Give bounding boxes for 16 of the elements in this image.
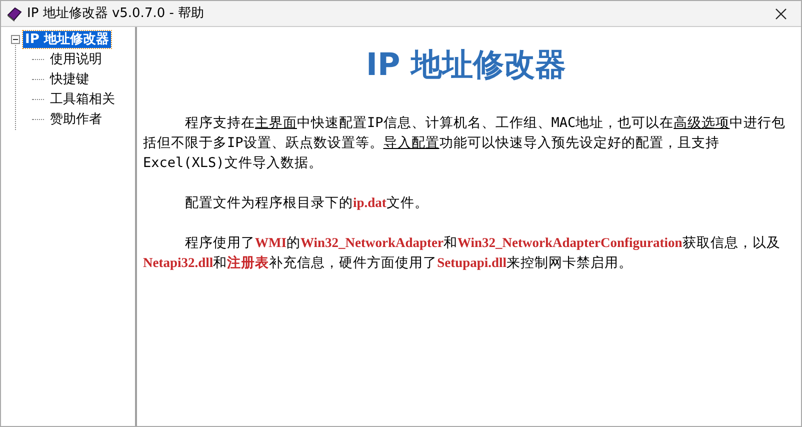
window-title: IP 地址修改器 v5.0.7.0 - 帮助 — [27, 4, 204, 23]
page-heading: IP 地址修改器 — [364, 46, 568, 85]
book-icon — [6, 6, 22, 22]
paragraph: 程序支持在主界面中快速配置IP信息、计算机名、工作组、MAC地址，也可以在高级选项中进行包括但不限于多IP设置、跃点数设置等。导入配置功能可以快速导入预先设定好的配置，且支持Excel(XLS)文件导入数据。 — [143, 114, 787, 173]
paragraph: 配置文件为程序根目录下的ip.dat文件。 — [184, 194, 430, 213]
tree-item[interactable]: 赞助作者 — [48, 110, 104, 128]
link[interactable]: 高级选项 — [674, 115, 730, 131]
tree-item[interactable]: IP 地址修改器 — [23, 30, 111, 48]
tree-item[interactable]: 快捷键 — [48, 70, 91, 88]
tree-item[interactable]: 使用说明 — [48, 50, 104, 68]
close-icon — [775, 8, 787, 20]
link[interactable]: 导入配置 — [383, 135, 440, 151]
link[interactable]: 主界面 — [255, 115, 297, 131]
collapse-icon[interactable] — [11, 34, 20, 44]
tree-item[interactable]: 工具箱相关 — [48, 90, 117, 108]
paragraph: 程序使用了WMI的Win32_NetworkAdapter和Win32_NetworkAdapterConfiguration获取信息，以及 Netapi32.dll和注册表补充信息，硬件方面使用了 Setupapi.dll来控制网卡禁启用。 — [143, 234, 782, 273]
